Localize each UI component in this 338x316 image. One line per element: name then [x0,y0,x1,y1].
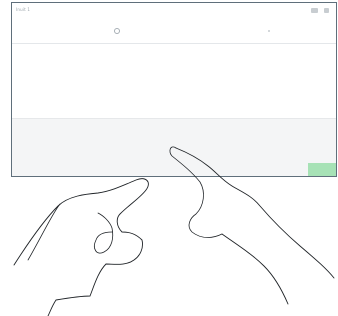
device-label: Inuit 1 [16,7,31,12]
left-hand-finger [94,212,114,254]
keyboard-key[interactable] [297,153,320,163]
search-bar[interactable] [12,23,336,39]
keyboard-key[interactable] [47,153,70,163]
keyboard-key[interactable] [233,140,254,150]
keyboard-key[interactable] [147,153,170,163]
keyboard-key[interactable] [279,140,300,150]
keyboard-key[interactable] [60,127,80,137]
header-divider [12,43,336,44]
keyboard-key[interactable] [104,127,124,137]
clear-icon[interactable] [268,30,270,32]
keyboard-key[interactable] [122,153,145,163]
keyboard-key[interactable] [164,140,185,150]
keyboard-key[interactable] [118,140,139,150]
keyboard-row [12,153,336,165]
keyboard-key[interactable] [302,127,322,137]
keyboard-key[interactable] [192,127,212,137]
keyboard-key[interactable] [16,127,36,137]
keyboard-key[interactable] [172,153,195,163]
keyboard-key[interactable] [210,140,231,150]
keyboard-key[interactable] [38,127,58,137]
keyboard-key[interactable] [236,127,256,137]
tablet-screen: Inuit 1 [11,2,337,177]
keyboard-key[interactable] [72,153,95,163]
keyboard-key[interactable] [272,153,295,163]
keyboard-key[interactable] [22,153,45,163]
keyboard-key[interactable] [247,153,270,163]
on-screen-keyboard [12,118,336,176]
keyboard-key[interactable] [187,140,208,150]
keyboard-row [12,140,336,152]
search-icon [114,28,120,34]
keyboard-key[interactable] [170,127,190,137]
keyboard-key[interactable] [126,127,146,137]
keyboard-key[interactable] [302,140,323,150]
battery-icon [324,8,329,13]
keyboard-key[interactable] [148,127,168,137]
left-hand-outline [13,178,149,316]
status-bar: Inuit 1 [12,3,336,19]
keyboard-key[interactable] [72,140,93,150]
signal-icon [311,8,318,13]
keyboard-key[interactable] [222,153,245,163]
keyboard-key[interactable] [112,166,157,176]
keyboard-key[interactable] [97,153,120,163]
left-hand-thumb [27,203,61,261]
keyboard-key[interactable] [280,127,300,137]
enter-key[interactable] [308,163,336,176]
keyboard-row [12,166,336,176]
search-input[interactable] [125,27,220,35]
keyboard-key[interactable] [18,166,63,176]
keyboard-row [12,127,336,139]
keyboard-key[interactable] [95,140,116,150]
keyboard-key[interactable] [256,140,277,150]
keyboard-key[interactable] [26,140,47,150]
keyboard-key[interactable] [159,166,204,176]
keyboard-key[interactable] [253,166,298,176]
keyboard-key[interactable] [49,140,70,150]
keyboard-key[interactable] [258,127,278,137]
keyboard-key[interactable] [214,127,234,137]
keyboard-key[interactable] [141,140,162,150]
right-hand-wrist [221,233,289,305]
keyboard-key[interactable] [197,153,220,163]
keyboard-key[interactable] [82,127,102,137]
keyboard-key[interactable] [206,166,251,176]
keyboard-key[interactable] [65,166,110,176]
